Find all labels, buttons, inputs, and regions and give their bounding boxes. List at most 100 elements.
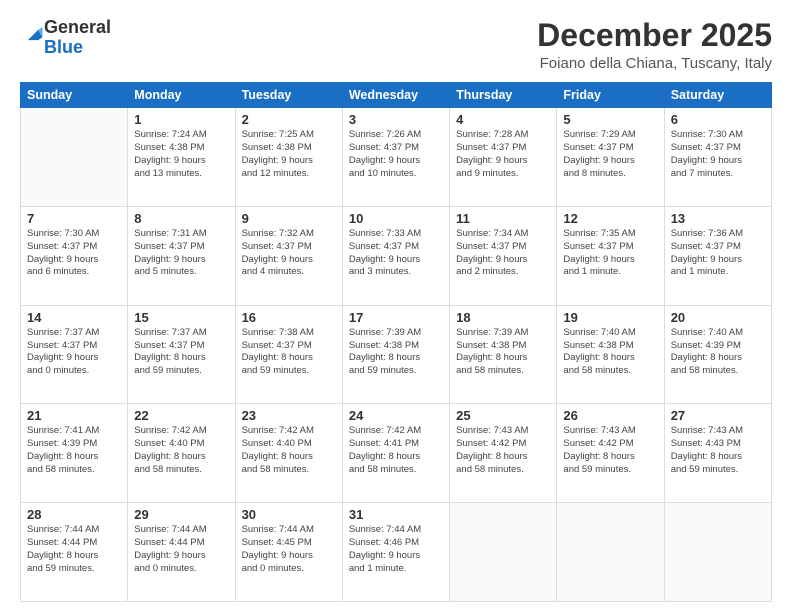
day-number: 15	[134, 310, 228, 325]
calendar-cell: 27Sunrise: 7:43 AM Sunset: 4:43 PM Dayli…	[664, 404, 771, 503]
calendar-cell: 23 Sunrise: 7:42 AM Sunset: 4:40 PM Dayli…	[235, 404, 342, 503]
title-block: December 2025 Foiano della Chiana, Tusca…	[537, 18, 772, 72]
calendar-cell: 18Sunrise: 7:39 AM Sunset: 4:38 PM Dayli…	[450, 305, 557, 404]
calendar-cell: 16 Sunrise: 7:38 AM Sunset: 4:37 PM Dayli…	[235, 305, 342, 404]
day-info: Sunrise: 7:33 AM Sunset: 4:37 PM Dayligh…	[349, 228, 443, 279]
day-number: 1	[134, 112, 228, 127]
day-number: 29	[134, 507, 228, 522]
calendar-cell	[557, 503, 664, 602]
logo: General Blue	[20, 18, 111, 58]
calendar-cell: 10 Sunrise: 7:33 AM Sunset: 4:37 PM Dayli…	[342, 206, 449, 305]
calendar-cell: 29 Sunrise: 7:44 AM Sunset: 4:44 PM Dayli…	[128, 503, 235, 602]
day-header-saturday: Saturday	[664, 83, 771, 108]
month-year: December 2025	[537, 18, 772, 53]
day-info: Sunrise: 7:41 AM Sunset: 4:39 PM Dayligh…	[27, 425, 121, 476]
calendar-cell: 31 Sunrise: 7:44 AM Sunset: 4:46 PM Dayli…	[342, 503, 449, 602]
day-number: 17	[349, 310, 443, 325]
day-number: 27	[671, 408, 765, 423]
calendar-cell: 7 Sunrise: 7:30 AM Sunset: 4:37 PM Daylig…	[21, 206, 128, 305]
day-info: Sunrise: 7:44 AM Sunset: 4:44 PM Dayligh…	[27, 524, 121, 575]
calendar-week-row: 1 Sunrise: 7:24 AM Sunset: 4:38 PM Daylig…	[21, 108, 772, 207]
day-info: Sunrise: 7:39 AM Sunset: 4:38 PM Dayligh…	[456, 327, 550, 378]
day-info: Sunrise: 7:38 AM Sunset: 4:37 PM Dayligh…	[242, 327, 336, 378]
logo-general: General	[44, 17, 111, 37]
logo-blue: Blue	[44, 37, 83, 57]
calendar-week-row: 14Sunrise: 7:37 AM Sunset: 4:37 PM Dayli…	[21, 305, 772, 404]
day-info: Sunrise: 7:43 AM Sunset: 4:42 PM Dayligh…	[563, 425, 657, 476]
calendar-table: Sunday Monday Tuesday Wednesday Thursday…	[20, 82, 772, 602]
day-number: 2	[242, 112, 336, 127]
day-header-monday: Monday	[128, 83, 235, 108]
day-info: Sunrise: 7:30 AM Sunset: 4:37 PM Dayligh…	[671, 129, 765, 180]
calendar-cell: 1 Sunrise: 7:24 AM Sunset: 4:38 PM Daylig…	[128, 108, 235, 207]
day-number: 23	[242, 408, 336, 423]
day-info: Sunrise: 7:44 AM Sunset: 4:44 PM Dayligh…	[134, 524, 228, 575]
calendar-cell: 5Sunrise: 7:29 AM Sunset: 4:37 PM Daylig…	[557, 108, 664, 207]
day-number: 26	[563, 408, 657, 423]
page: General Blue December 2025 Foiano della …	[0, 0, 792, 612]
day-info: Sunrise: 7:36 AM Sunset: 4:37 PM Dayligh…	[671, 228, 765, 279]
day-info: Sunrise: 7:31 AM Sunset: 4:37 PM Dayligh…	[134, 228, 228, 279]
day-number: 19	[563, 310, 657, 325]
calendar-cell: 6 Sunrise: 7:30 AM Sunset: 4:37 PM Daylig…	[664, 108, 771, 207]
day-number: 30	[242, 507, 336, 522]
day-number: 13	[671, 211, 765, 226]
day-header-wednesday: Wednesday	[342, 83, 449, 108]
day-info: Sunrise: 7:43 AM Sunset: 4:42 PM Dayligh…	[456, 425, 550, 476]
day-info: Sunrise: 7:40 AM Sunset: 4:39 PM Dayligh…	[671, 327, 765, 378]
day-info: Sunrise: 7:30 AM Sunset: 4:37 PM Dayligh…	[27, 228, 121, 279]
day-number: 6	[671, 112, 765, 127]
days-of-week-row: Sunday Monday Tuesday Wednesday Thursday…	[21, 83, 772, 108]
calendar-week-row: 7 Sunrise: 7:30 AM Sunset: 4:37 PM Daylig…	[21, 206, 772, 305]
day-header-friday: Friday	[557, 83, 664, 108]
calendar-cell: 8 Sunrise: 7:31 AM Sunset: 4:37 PM Daylig…	[128, 206, 235, 305]
calendar-cell: 26 Sunrise: 7:43 AM Sunset: 4:42 PM Dayli…	[557, 404, 664, 503]
day-info: Sunrise: 7:37 AM Sunset: 4:37 PM Dayligh…	[134, 327, 228, 378]
day-number: 7	[27, 211, 121, 226]
day-info: Sunrise: 7:44 AM Sunset: 4:45 PM Dayligh…	[242, 524, 336, 575]
day-info: Sunrise: 7:34 AM Sunset: 4:37 PM Dayligh…	[456, 228, 550, 279]
day-number: 25	[456, 408, 550, 423]
day-info: Sunrise: 7:32 AM Sunset: 4:37 PM Dayligh…	[242, 228, 336, 279]
calendar-cell: 13 Sunrise: 7:36 AM Sunset: 4:37 PM Dayli…	[664, 206, 771, 305]
day-number: 9	[242, 211, 336, 226]
day-number: 10	[349, 211, 443, 226]
day-number: 31	[349, 507, 443, 522]
calendar-cell	[664, 503, 771, 602]
day-info: Sunrise: 7:42 AM Sunset: 4:40 PM Dayligh…	[242, 425, 336, 476]
calendar-cell: 17 Sunrise: 7:39 AM Sunset: 4:38 PM Dayli…	[342, 305, 449, 404]
day-number: 11	[456, 211, 550, 226]
day-number: 28	[27, 507, 121, 522]
day-info: Sunrise: 7:42 AM Sunset: 4:40 PM Dayligh…	[134, 425, 228, 476]
calendar-cell: 9 Sunrise: 7:32 AM Sunset: 4:37 PM Daylig…	[235, 206, 342, 305]
calendar-cell: 15 Sunrise: 7:37 AM Sunset: 4:37 PM Dayli…	[128, 305, 235, 404]
calendar-cell: 20 Sunrise: 7:40 AM Sunset: 4:39 PM Dayli…	[664, 305, 771, 404]
day-info: Sunrise: 7:39 AM Sunset: 4:38 PM Dayligh…	[349, 327, 443, 378]
calendar-cell: 12Sunrise: 7:35 AM Sunset: 4:37 PM Dayli…	[557, 206, 664, 305]
day-info: Sunrise: 7:28 AM Sunset: 4:37 PM Dayligh…	[456, 129, 550, 180]
day-number: 22	[134, 408, 228, 423]
calendar-cell: 4 Sunrise: 7:28 AM Sunset: 4:37 PM Daylig…	[450, 108, 557, 207]
calendar-cell: 21Sunrise: 7:41 AM Sunset: 4:39 PM Dayli…	[21, 404, 128, 503]
calendar-week-row: 28 Sunrise: 7:44 AM Sunset: 4:44 PM Dayli…	[21, 503, 772, 602]
calendar-week-row: 21Sunrise: 7:41 AM Sunset: 4:39 PM Dayli…	[21, 404, 772, 503]
calendar-cell: 3Sunrise: 7:26 AM Sunset: 4:37 PM Daylig…	[342, 108, 449, 207]
calendar-cell: 2 Sunrise: 7:25 AM Sunset: 4:38 PM Daylig…	[235, 108, 342, 207]
header: General Blue December 2025 Foiano della …	[20, 18, 772, 72]
day-info: Sunrise: 7:42 AM Sunset: 4:41 PM Dayligh…	[349, 425, 443, 476]
calendar-cell: 28 Sunrise: 7:44 AM Sunset: 4:44 PM Dayli…	[21, 503, 128, 602]
day-info: Sunrise: 7:25 AM Sunset: 4:38 PM Dayligh…	[242, 129, 336, 180]
day-info: Sunrise: 7:24 AM Sunset: 4:38 PM Dayligh…	[134, 129, 228, 180]
day-number: 8	[134, 211, 228, 226]
day-header-thursday: Thursday	[450, 83, 557, 108]
day-header-tuesday: Tuesday	[235, 83, 342, 108]
day-info: Sunrise: 7:26 AM Sunset: 4:37 PM Dayligh…	[349, 129, 443, 180]
day-info: Sunrise: 7:29 AM Sunset: 4:37 PM Dayligh…	[563, 129, 657, 180]
day-number: 20	[671, 310, 765, 325]
calendar-cell: 22 Sunrise: 7:42 AM Sunset: 4:40 PM Dayli…	[128, 404, 235, 503]
day-info: Sunrise: 7:44 AM Sunset: 4:46 PM Dayligh…	[349, 524, 443, 575]
day-number: 4	[456, 112, 550, 127]
day-number: 12	[563, 211, 657, 226]
day-number: 16	[242, 310, 336, 325]
day-number: 24	[349, 408, 443, 423]
